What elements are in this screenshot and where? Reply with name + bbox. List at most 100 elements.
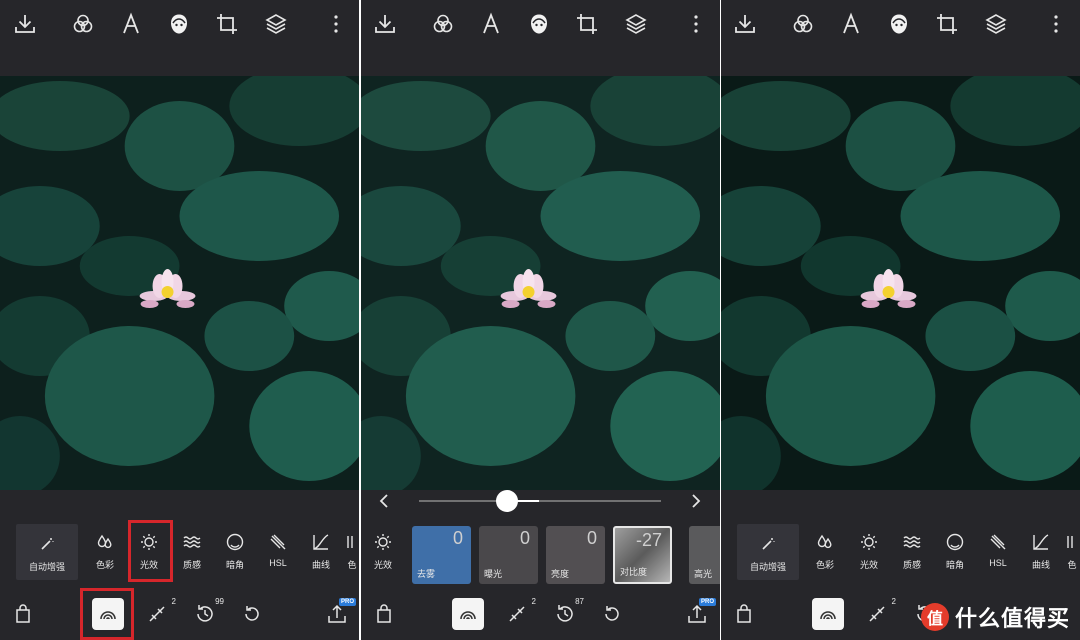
highlight-box bbox=[128, 520, 173, 582]
card-highlights[interactable]: 高光 bbox=[689, 526, 720, 584]
value-slider[interactable] bbox=[361, 490, 720, 518]
partial-icon bbox=[1067, 536, 1073, 548]
tool-label: 色 bbox=[347, 560, 357, 570]
healing-icon[interactable]: 2 bbox=[866, 597, 896, 627]
pro-badge: PRO bbox=[698, 598, 716, 606]
face-icon[interactable] bbox=[887, 12, 911, 36]
tool-curves[interactable]: 曲线 bbox=[299, 526, 343, 578]
tool-color[interactable]: 色彩 bbox=[803, 526, 847, 578]
tool-vignette[interactable]: 暗角 bbox=[933, 526, 977, 578]
tool-texture[interactable]: 质感 bbox=[890, 526, 934, 578]
adjust-icon[interactable] bbox=[457, 603, 479, 627]
card-label: 对比度 bbox=[620, 567, 648, 577]
bag-icon[interactable] bbox=[12, 603, 34, 627]
photo-lotus bbox=[361, 76, 720, 490]
magic-wand-icon bbox=[762, 538, 775, 550]
auto-enhance-button[interactable]: 自动增强 bbox=[737, 524, 799, 580]
tool-label: 色 bbox=[1067, 560, 1077, 570]
history-icon[interactable]: 99 bbox=[194, 597, 224, 627]
top-toolbar bbox=[0, 0, 359, 50]
card-label: 曝光 bbox=[484, 569, 503, 579]
auto-enhance-label: 自动增强 bbox=[749, 562, 786, 572]
text-icon[interactable] bbox=[839, 12, 863, 36]
tool-partial[interactable]: 色 bbox=[1060, 526, 1080, 578]
tool-texture[interactable]: 质感 bbox=[170, 526, 214, 578]
bag-icon[interactable] bbox=[373, 603, 395, 627]
tool-color[interactable]: 色彩 bbox=[83, 526, 127, 578]
card-contrast[interactable]: -27 对比度 bbox=[613, 526, 672, 584]
history-count: 99 bbox=[215, 597, 224, 606]
more-icon[interactable] bbox=[684, 12, 708, 36]
healing-icon[interactable]: 2 bbox=[146, 597, 176, 627]
card-label: 亮度 bbox=[551, 569, 570, 579]
card-dehaze[interactable]: 0 去雾 bbox=[412, 526, 471, 584]
tool-light[interactable]: 光效 bbox=[361, 526, 405, 578]
chevron-right-icon[interactable] bbox=[692, 494, 701, 508]
slider-thumb[interactable] bbox=[496, 490, 518, 512]
waves-icon bbox=[183, 536, 201, 548]
filter-icon[interactable] bbox=[431, 12, 455, 36]
download-icon[interactable] bbox=[373, 12, 397, 36]
tool-vignette[interactable]: 暗角 bbox=[213, 526, 257, 578]
download-icon[interactable] bbox=[733, 12, 757, 36]
tool-label: 暗角 bbox=[225, 560, 244, 570]
undo-icon[interactable] bbox=[601, 603, 623, 627]
download-icon[interactable] bbox=[13, 12, 37, 36]
tool-hsl[interactable]: HSL bbox=[256, 526, 300, 578]
crop-icon[interactable] bbox=[575, 12, 599, 36]
tool-label: 暗角 bbox=[945, 560, 964, 570]
tool-partial[interactable]: 色 bbox=[340, 526, 359, 578]
vignette-icon bbox=[226, 533, 244, 551]
crop-icon[interactable] bbox=[215, 12, 239, 36]
face-icon[interactable] bbox=[167, 12, 191, 36]
crop-icon[interactable] bbox=[935, 12, 959, 36]
auto-enhance-button[interactable]: 自动增强 bbox=[16, 524, 78, 580]
tool-curves[interactable]: 曲线 bbox=[1019, 526, 1063, 578]
card-value: -27 bbox=[635, 530, 662, 550]
healing-icon[interactable]: 2 bbox=[506, 597, 536, 627]
bottom-bar: 2 87 PRO bbox=[361, 590, 720, 640]
filter-icon[interactable] bbox=[71, 12, 95, 36]
undo-icon[interactable] bbox=[241, 603, 263, 627]
tool-hsl[interactable]: HSL bbox=[976, 526, 1020, 578]
export-icon[interactable]: PRO bbox=[686, 598, 716, 627]
history-count: 87 bbox=[575, 597, 584, 606]
sun-icon bbox=[375, 534, 391, 550]
card-value: 0 bbox=[586, 528, 597, 548]
tool-light[interactable]: 光效 bbox=[847, 526, 891, 578]
text-icon[interactable] bbox=[479, 12, 503, 36]
card-label: 高光 bbox=[694, 569, 713, 579]
drops-icon bbox=[817, 534, 832, 549]
highlight-box bbox=[80, 588, 134, 640]
tool-strip: 自动增强 色彩 光效 质感 暗角 HSL 曲线 色 bbox=[0, 520, 359, 584]
waves-icon bbox=[903, 536, 921, 548]
editor-panel-main-tools: 自动增强 色彩 光效 质感 暗角 HSL 曲线 色 2 99 PRO bbox=[0, 0, 359, 640]
export-icon[interactable]: PRO bbox=[326, 598, 356, 627]
more-icon[interactable] bbox=[324, 12, 348, 36]
drops-icon bbox=[97, 534, 112, 549]
value-slider-row bbox=[361, 490, 720, 518]
partial-icon bbox=[347, 536, 353, 548]
curve-icon bbox=[313, 534, 329, 550]
card-brightness[interactable]: 0 亮度 bbox=[546, 526, 605, 584]
watermark-badge: 值 bbox=[920, 603, 949, 631]
more-icon[interactable] bbox=[1044, 12, 1068, 36]
layers-icon[interactable] bbox=[264, 12, 288, 36]
tool-label: HSL bbox=[989, 558, 1007, 568]
face-icon[interactable] bbox=[527, 12, 551, 36]
bag-icon[interactable] bbox=[733, 603, 755, 627]
tool-label: 质感 bbox=[902, 560, 921, 570]
history-icon[interactable]: 87 bbox=[554, 597, 584, 627]
filter-icon[interactable] bbox=[791, 12, 815, 36]
brush-icon bbox=[990, 534, 1006, 550]
light-adjust-strip: 光效 0 去雾 0 曝光 0 亮度 -27 对比度 高光 bbox=[361, 520, 720, 584]
top-toolbar bbox=[361, 0, 720, 50]
tool-label: 光效 bbox=[859, 560, 878, 570]
adjust-icon[interactable] bbox=[817, 603, 839, 627]
card-exposure[interactable]: 0 曝光 bbox=[479, 526, 538, 584]
pro-badge: PRO bbox=[338, 598, 356, 606]
layers-icon[interactable] bbox=[624, 12, 648, 36]
text-icon[interactable] bbox=[119, 12, 143, 36]
layers-icon[interactable] bbox=[984, 12, 1008, 36]
chevron-left-icon[interactable] bbox=[379, 494, 388, 508]
